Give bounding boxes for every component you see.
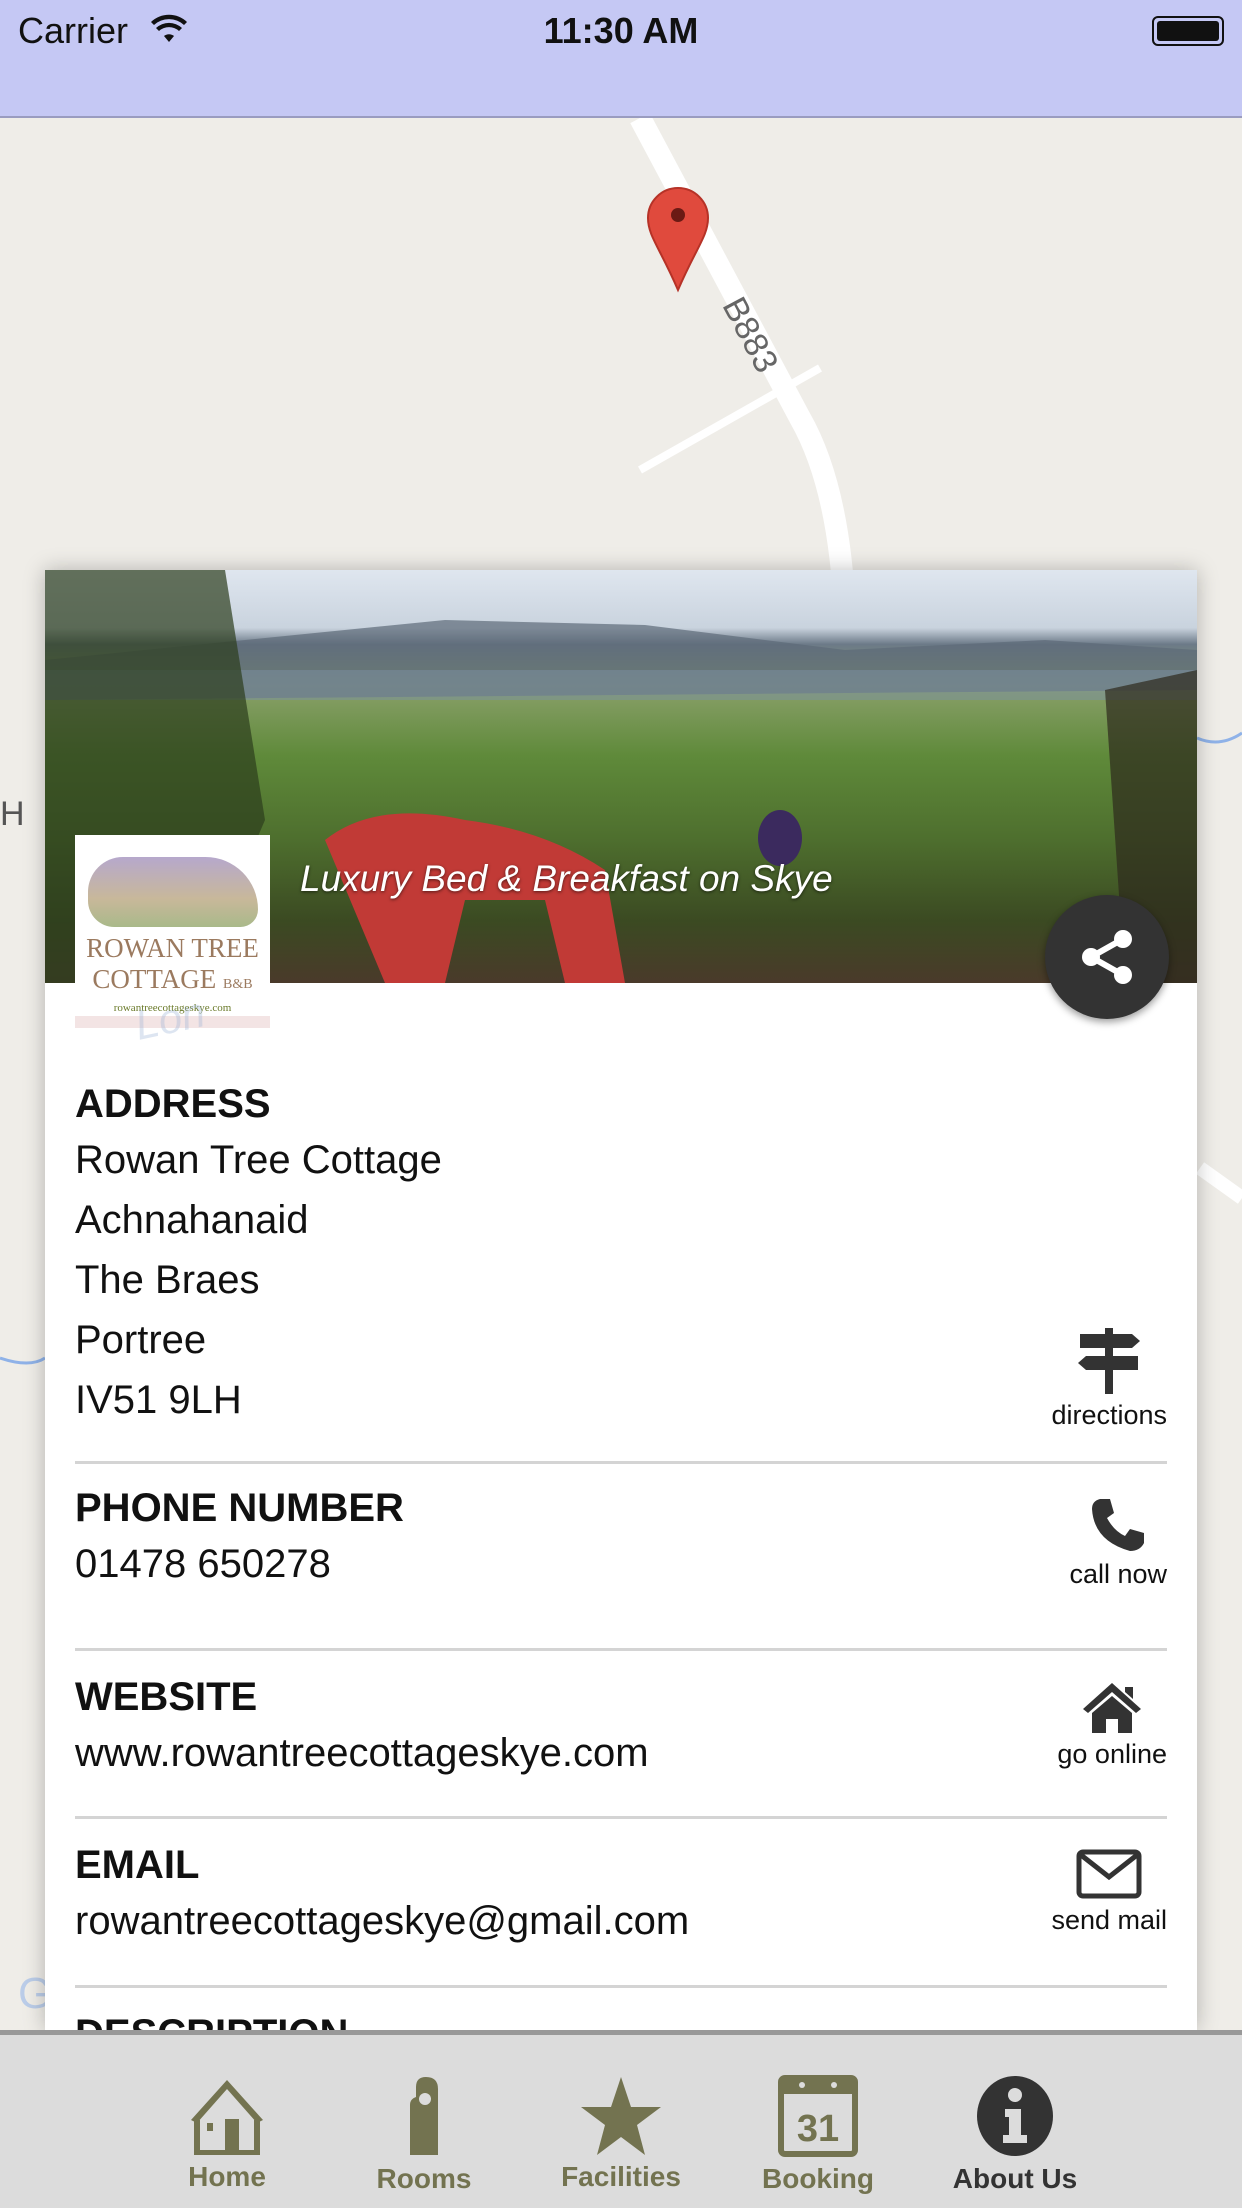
star-icon xyxy=(581,2077,661,2155)
tagline: Luxury Bed & Breakfast on Skye xyxy=(300,858,833,899)
clock: 11:30 AM xyxy=(543,10,699,51)
address-line: Portree xyxy=(75,1318,207,1362)
calendar-icon: 31 xyxy=(778,2075,858,2157)
description-heading: DESCRIPTION xyxy=(75,2008,1167,2030)
phone-heading: PHONE NUMBER xyxy=(75,1486,404,1530)
send-mail-label: send mail xyxy=(1051,1905,1167,1935)
road-label: B883 xyxy=(715,291,786,379)
call-now-button[interactable]: call now xyxy=(1069,1497,1167,1590)
share-button[interactable] xyxy=(1045,895,1169,1019)
map-partial-label: H xyxy=(0,795,25,833)
tab-facilities[interactable]: Facilities xyxy=(541,2075,701,2193)
tab-label: Facilities xyxy=(561,2161,681,2192)
tab-home[interactable]: Home xyxy=(147,2075,307,2193)
phone-section: PHONE NUMBER 01478 650278 call now xyxy=(75,1482,1167,1651)
email-heading: EMAIL xyxy=(75,1843,200,1887)
phone-icon xyxy=(1092,1499,1145,1551)
tab-rooms[interactable]: Rooms xyxy=(344,2075,504,2195)
email-value[interactable]: rowantreecottageskye@gmail.com xyxy=(75,1891,1167,1951)
send-mail-button[interactable]: send mail xyxy=(1051,1849,1167,1936)
share-icon xyxy=(1082,930,1132,984)
tab-label: Booking xyxy=(762,2163,874,2194)
address-line: Achnahanaid xyxy=(75,1198,309,1242)
address-line: The Braes xyxy=(75,1258,260,1302)
address-line: IV51 9LH xyxy=(75,1378,242,1422)
envelope-icon xyxy=(1076,1849,1142,1899)
tab-label: Rooms xyxy=(376,2163,472,2194)
email-section: EMAIL rowantreecottageskye@gmail.com sen… xyxy=(75,1819,1167,1988)
signpost-icon xyxy=(1078,1328,1141,1394)
phone-value[interactable]: 01478 650278 xyxy=(75,1534,1167,1594)
info-icon xyxy=(977,2076,1053,2156)
call-now-label: call now xyxy=(1069,1559,1167,1589)
tab-bar: Home Rooms Facilities 31 Booking About U… xyxy=(0,2030,1242,2208)
go-online-button[interactable]: go online xyxy=(1057,1681,1167,1770)
directions-button[interactable]: directions xyxy=(1051,1328,1167,1431)
directions-label: directions xyxy=(1051,1400,1167,1430)
address-section: ADDRESS Rowan Tree Cottage Achnahanaid T… xyxy=(75,1078,1167,1464)
battery-icon xyxy=(1152,16,1224,46)
tab-booking[interactable]: 31 Booking xyxy=(738,2075,898,2195)
calendar-day: 31 xyxy=(797,2108,839,2150)
tab-about-us[interactable]: About Us xyxy=(935,2075,1095,2195)
door-hanger-icon xyxy=(410,2077,438,2155)
website-value[interactable]: www.rowantreecottageskye.com xyxy=(75,1723,1167,1783)
tab-label: Home xyxy=(188,2161,266,2192)
tab-label: About Us xyxy=(952,2163,1078,2194)
status-bar: Carrier 11:30 AM xyxy=(0,0,1242,118)
address-heading: ADDRESS xyxy=(75,1082,271,1126)
map-pin-icon xyxy=(646,187,710,293)
website-heading: WEBSITE xyxy=(75,1675,258,1719)
go-online-label: go online xyxy=(1057,1739,1167,1769)
address-line: Rowan Tree Cottage xyxy=(75,1138,442,1182)
website-section: WEBSITE www.rowantreecottageskye.com go … xyxy=(75,1651,1167,1819)
home-icon xyxy=(191,2080,263,2155)
home-icon xyxy=(1083,1683,1142,1733)
info-card: Luxury Bed & Breakfast on Skye ROWAN TRE… xyxy=(45,570,1197,2030)
description-section: DESCRIPTION xyxy=(75,1988,1167,2030)
